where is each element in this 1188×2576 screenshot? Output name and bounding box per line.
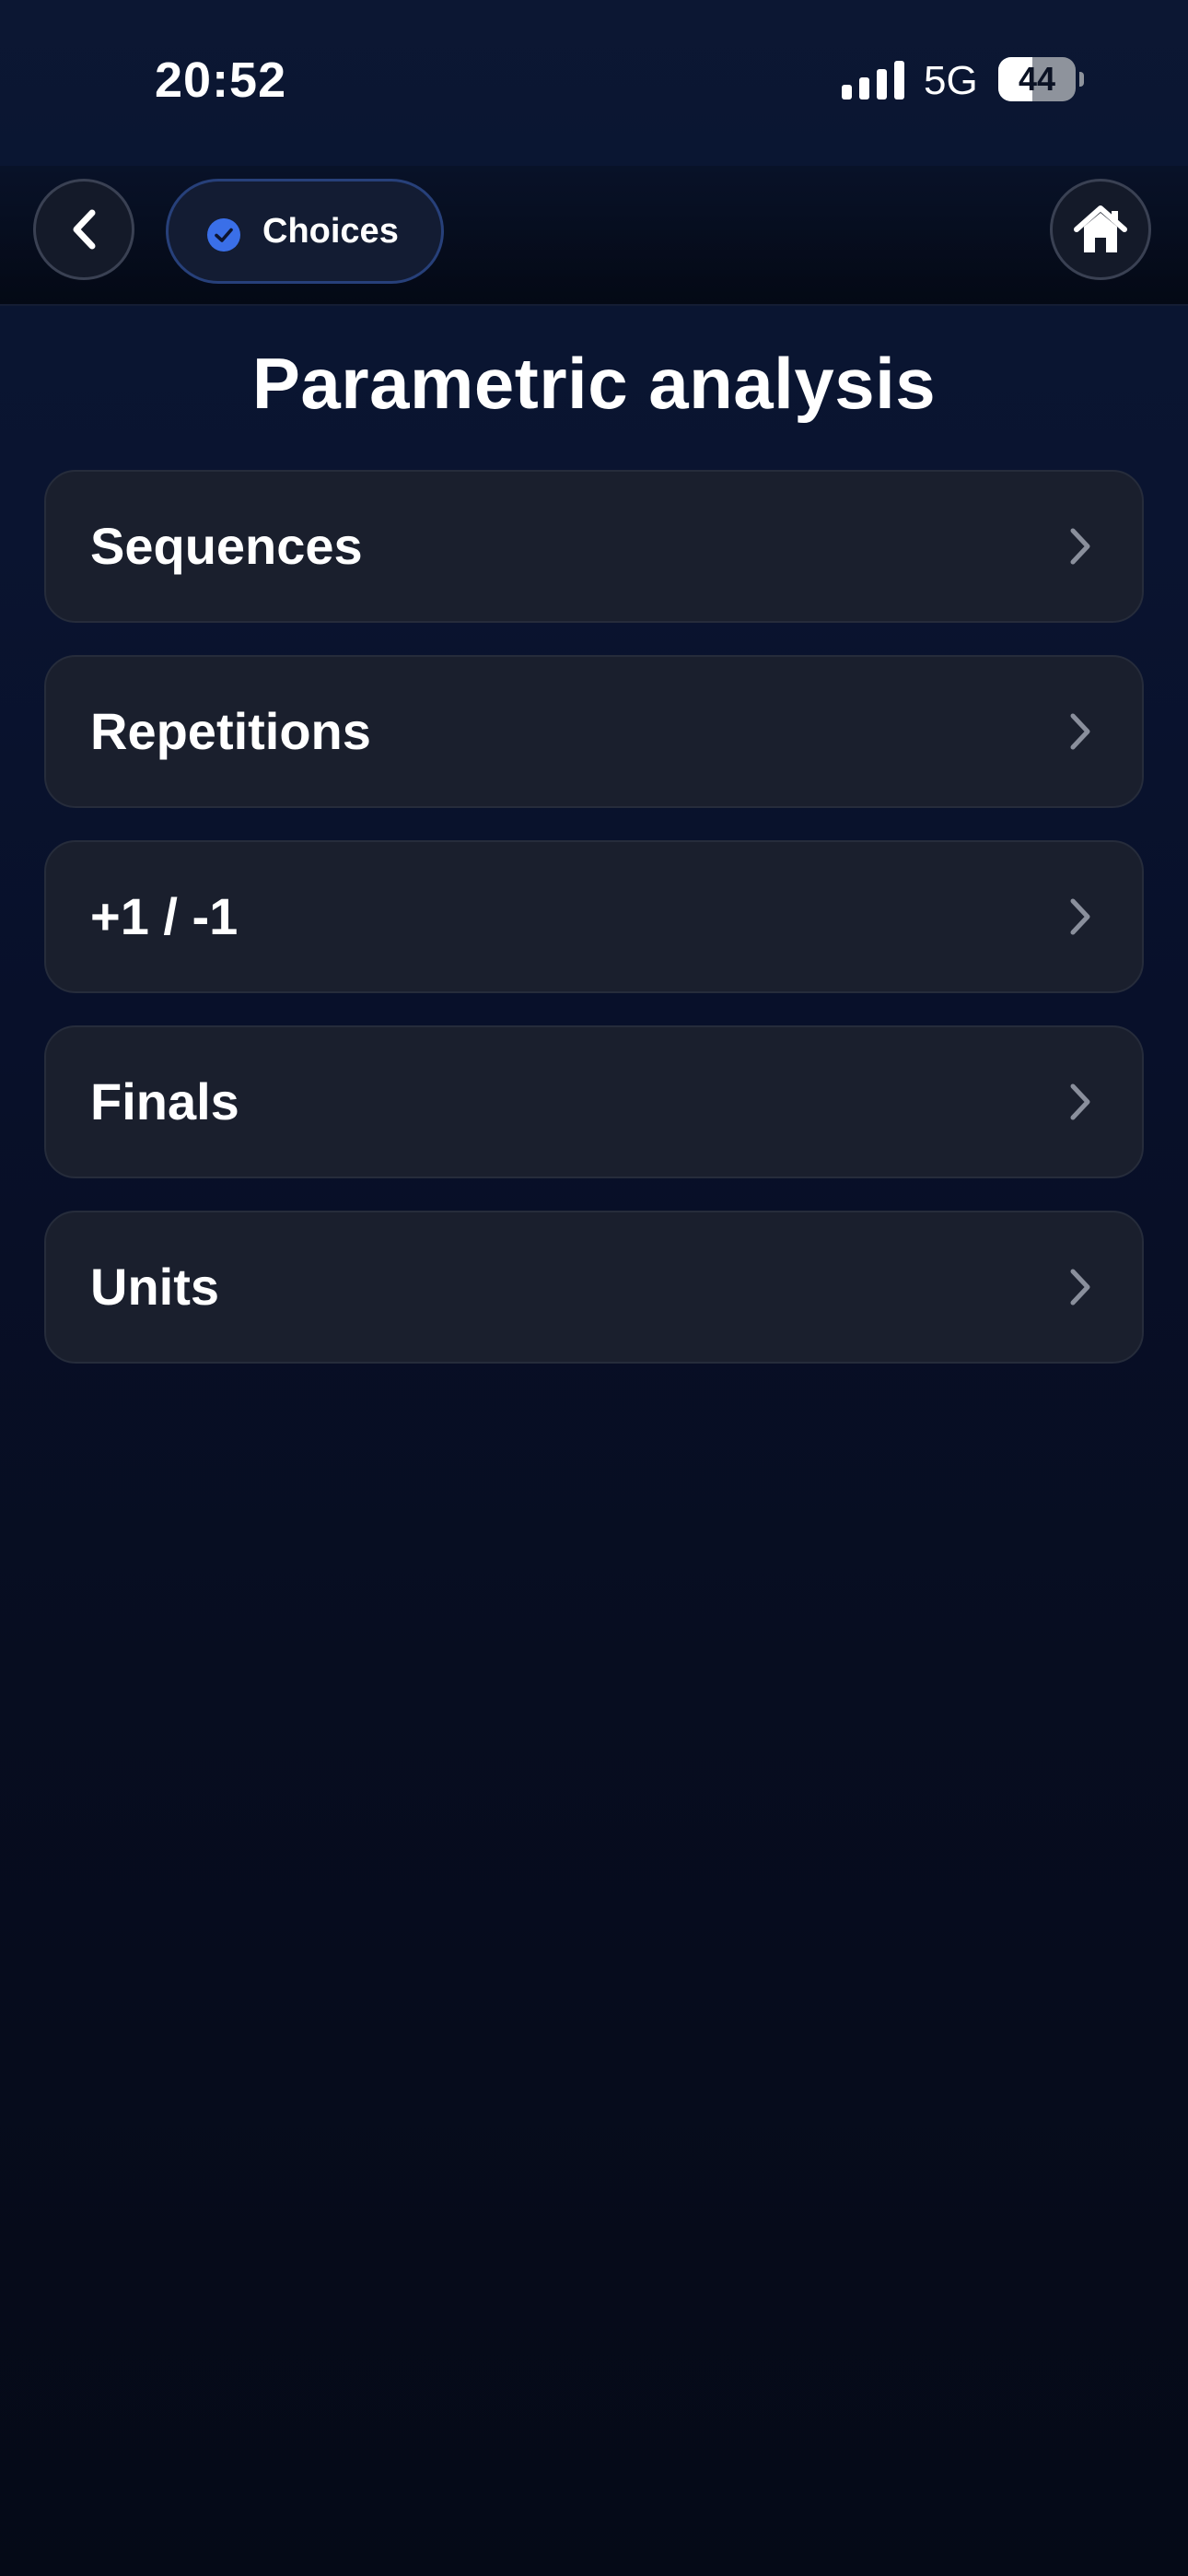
battery-cap (1079, 72, 1084, 87)
page-title: Parametric analysis (251, 343, 937, 424)
chevron-right-icon (1070, 1083, 1090, 1120)
battery-indicator: 44 (998, 57, 1084, 101)
back-button[interactable] (33, 179, 134, 280)
choices-button[interactable]: Choices (166, 179, 444, 284)
menu-item-label: Finals (90, 1072, 239, 1130)
chevron-right-icon (1070, 528, 1090, 565)
menu-item-sequences[interactable]: Sequences (44, 470, 1144, 623)
menu-item-plus-minus-one[interactable]: +1 / -1 (44, 840, 1144, 993)
menu-item-label: Units (90, 1258, 219, 1316)
check-circle-icon (207, 218, 240, 252)
home-button[interactable] (1050, 179, 1151, 280)
home-icon (1074, 205, 1127, 252)
menu-item-label: Sequences (90, 517, 363, 575)
chevron-right-icon (1070, 713, 1090, 750)
menu-item-repetitions[interactable]: Repetitions (44, 655, 1144, 808)
battery-body: 44 (998, 57, 1076, 101)
status-time: 20:52 (155, 53, 287, 108)
menu-item-units[interactable]: Units (44, 1211, 1144, 1364)
chevron-left-icon (73, 209, 96, 250)
nav-bar: Choices (0, 166, 1188, 306)
status-bar: 20:52 5G 44 (0, 0, 1188, 166)
menu-list: Sequences Repetitions +1 / -1 Finals Uni… (44, 470, 1144, 1396)
menu-item-finals[interactable]: Finals (44, 1025, 1144, 1178)
signal-bars-icon (842, 61, 904, 100)
menu-item-label: +1 / -1 (90, 887, 239, 945)
chevron-right-icon (1070, 1269, 1090, 1306)
battery-level: 44 (1018, 60, 1056, 98)
network-type: 5G (924, 58, 978, 103)
menu-item-label: Repetitions (90, 702, 371, 760)
choices-label: Choices (262, 212, 399, 251)
chevron-right-icon (1070, 898, 1090, 935)
